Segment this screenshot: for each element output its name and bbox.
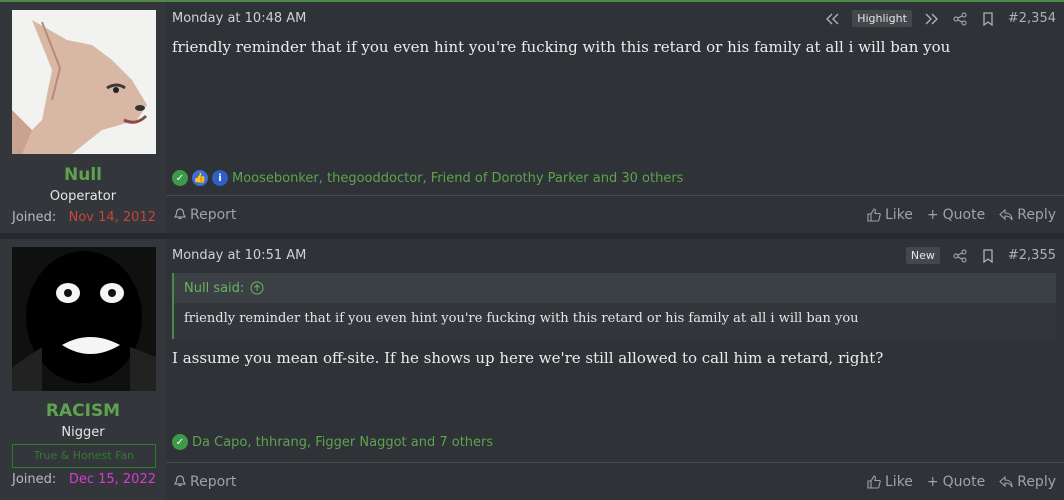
username[interactable]: RACISM bbox=[0, 401, 166, 421]
highlight-badge[interactable]: Highlight bbox=[852, 10, 912, 27]
joined-label: Joined: bbox=[12, 210, 57, 225]
reactions-text[interactable]: Da Capo, thhrang, Figger Naggot and 7 ot… bbox=[192, 435, 493, 450]
like-label: Like bbox=[885, 473, 913, 490]
reply-icon bbox=[999, 208, 1013, 220]
bell-icon bbox=[174, 475, 186, 487]
quote-block: Null said: friendly reminder that if you… bbox=[172, 273, 1056, 339]
joined-date: Dec 15, 2022 bbox=[68, 472, 156, 487]
reactions-bar[interactable]: ✓ Da Capo, thhrang, Figger Naggot and 7 … bbox=[172, 434, 493, 450]
joined-date: Nov 14, 2012 bbox=[68, 210, 156, 225]
post-2355: RACISM Nigger True & Honest Fan Joined: … bbox=[0, 239, 1064, 500]
user-title: Ooperator bbox=[49, 189, 117, 204]
avatar[interactable] bbox=[12, 247, 156, 391]
reply-button[interactable]: Reply bbox=[999, 207, 1056, 223]
reply-label: Reply bbox=[1017, 473, 1056, 490]
user-title: Nigger bbox=[61, 425, 105, 440]
quote-button[interactable]: + Quote bbox=[927, 474, 985, 490]
post-number[interactable]: #2,355 bbox=[1008, 248, 1056, 263]
reactions-text[interactable]: Moosebonker, thegooddoctor, Friend of Do… bbox=[232, 171, 683, 186]
joined-label: Joined: bbox=[12, 472, 57, 487]
post-message: friendly reminder that if you even hint … bbox=[172, 38, 951, 56]
avatar[interactable] bbox=[12, 10, 156, 154]
like-button[interactable]: Like bbox=[867, 474, 913, 490]
quote-label: Quote bbox=[942, 473, 986, 490]
like-label: Like bbox=[885, 206, 913, 223]
joined-row: Joined: Dec 15, 2022 bbox=[12, 472, 156, 487]
quote-text: friendly reminder that if you even hint … bbox=[174, 303, 1056, 339]
quote-header[interactable]: Null said: bbox=[174, 273, 1056, 303]
bookmark-icon[interactable] bbox=[980, 11, 996, 27]
joined-row: Joined: Nov 14, 2012 bbox=[12, 210, 156, 225]
post-meta-actions: Highlight #2,354 bbox=[824, 10, 1056, 27]
quote-button[interactable]: + Quote bbox=[927, 207, 985, 223]
like-button[interactable]: Like bbox=[867, 207, 913, 223]
post-main: Monday at 10:51 AM New #2,355 Null said:… bbox=[166, 239, 1064, 500]
thumbs-up-icon bbox=[867, 207, 881, 222]
arrow-up-circle-icon[interactable] bbox=[250, 281, 264, 295]
check-reaction-icon: ✓ bbox=[172, 434, 188, 450]
info-reaction-icon: i bbox=[212, 170, 228, 186]
check-reaction-icon: ✓ bbox=[172, 170, 188, 186]
reply-button[interactable]: Reply bbox=[999, 474, 1056, 490]
quote-author[interactable]: Null said: bbox=[184, 281, 244, 296]
bookmark-icon[interactable] bbox=[980, 248, 996, 264]
plus-icon: + bbox=[926, 473, 939, 490]
post-main: Monday at 10:48 AM Highlight #2,354 frie… bbox=[166, 2, 1064, 233]
report-button[interactable]: Report bbox=[174, 207, 236, 223]
thumbs-up-icon bbox=[867, 474, 881, 489]
username[interactable]: Null bbox=[0, 165, 166, 185]
thumbs-up-reaction-icon: 👍 bbox=[192, 170, 208, 186]
post-number[interactable]: #2,354 bbox=[1008, 11, 1056, 26]
reply-label: Reply bbox=[1017, 206, 1056, 223]
quote-label: Quote bbox=[942, 206, 986, 223]
report-label: Report bbox=[190, 473, 237, 490]
plus-icon: + bbox=[926, 206, 939, 223]
bell-icon bbox=[174, 208, 186, 220]
previous-highlight-icon[interactable] bbox=[824, 11, 840, 27]
footer-actions: Like + Quote Reply bbox=[867, 474, 1056, 490]
post-message: I assume you mean off-site. If he shows … bbox=[172, 349, 884, 367]
reactions-bar[interactable]: ✓ 👍 i Moosebonker, thegooddoctor, Friend… bbox=[172, 170, 683, 186]
post-footer: Report Like + Quote Reply bbox=[166, 462, 1064, 500]
post-meta-actions: New #2,355 bbox=[905, 247, 1056, 264]
share-icon[interactable] bbox=[952, 248, 968, 264]
reply-icon bbox=[999, 475, 1013, 487]
next-highlight-icon[interactable] bbox=[924, 11, 940, 27]
user-cell: RACISM Nigger True & Honest Fan Joined: … bbox=[0, 239, 166, 500]
footer-actions: Like + Quote Reply bbox=[867, 207, 1056, 223]
user-banner: True & Honest Fan bbox=[12, 444, 156, 468]
post-footer: Report Like + Quote Reply bbox=[166, 195, 1064, 233]
report-button[interactable]: Report bbox=[174, 474, 236, 490]
new-badge: New bbox=[905, 247, 940, 264]
user-cell: Null Ooperator Joined: Nov 14, 2012 bbox=[0, 2, 166, 233]
report-label: Report bbox=[190, 206, 237, 223]
post-2354: Null Ooperator Joined: Nov 14, 2012 Mond… bbox=[0, 0, 1064, 233]
share-icon[interactable] bbox=[952, 11, 968, 27]
post-time[interactable]: Monday at 10:48 AM bbox=[172, 11, 306, 26]
post-time[interactable]: Monday at 10:51 AM bbox=[172, 248, 306, 263]
